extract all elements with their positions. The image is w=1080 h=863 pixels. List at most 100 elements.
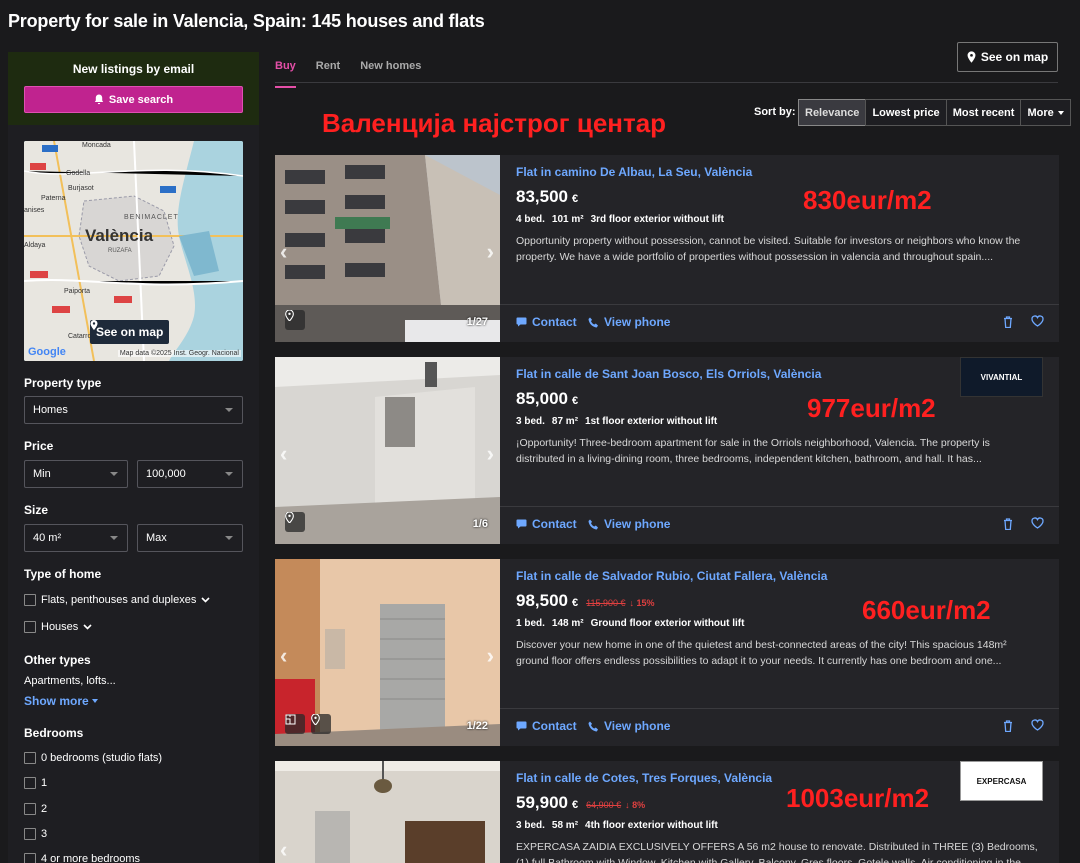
checkbox-box[interactable]: [24, 752, 36, 764]
sort-relevance-button[interactable]: Relevance: [798, 99, 867, 126]
price-label: Price: [24, 439, 54, 453]
checkbox-box[interactable]: [24, 777, 36, 789]
listing-bedrooms: 1 bed.: [516, 618, 545, 629]
listing-price-row: 83,500 €: [516, 187, 1041, 207]
listing-photo[interactable]: ‹ › 1/6: [275, 357, 500, 544]
favorite-heart-icon[interactable]: [1031, 517, 1044, 529]
sort-lowest-price-button[interactable]: Lowest price: [865, 99, 947, 126]
price-per-m2-annotation: 1003eur/m2: [786, 783, 930, 813]
view-phone-button[interactable]: View phone: [588, 719, 670, 733]
discard-icon[interactable]: [1003, 316, 1013, 328]
listing-card[interactable]: ‹ › 1/6 Flat in calle de Sant Joan Bosco…: [275, 357, 1059, 544]
checkbox-bedrooms-1[interactable]: 1: [24, 777, 47, 789]
map-see-on-map-button[interactable]: See on map: [90, 320, 170, 344]
listing-photo-image: [275, 559, 500, 746]
next-photo-arrow[interactable]: ›: [487, 643, 494, 669]
property-type-value: Homes: [33, 404, 68, 416]
tab-new-homes[interactable]: New homes: [360, 60, 421, 88]
location-pin-icon[interactable]: [285, 512, 305, 532]
contact-button[interactable]: Contact: [516, 315, 577, 329]
discard-icon[interactable]: [1003, 720, 1013, 732]
listing-photo[interactable]: ‹ › 1/27: [275, 155, 500, 342]
checkbox-box[interactable]: [24, 803, 36, 815]
checkbox-box[interactable]: [24, 594, 36, 606]
listing-description: EXPERCASA ZAIDIA EXCLUSIVELY OFFERS A 56…: [516, 841, 1038, 863]
checkbox-houses[interactable]: Houses: [24, 621, 92, 633]
save-search-button[interactable]: Save search: [24, 86, 243, 113]
floor-plan-icon[interactable]: [285, 714, 305, 734]
checkbox-bedrooms-2-label: 2: [41, 803, 48, 815]
next-photo-arrow[interactable]: ›: [487, 441, 494, 467]
listing-details: 4 bed. 101 m² 3rd floor exterior without…: [516, 214, 1041, 225]
tabs-divider: [275, 82, 1058, 83]
previous-photo-arrow[interactable]: ‹: [280, 837, 287, 863]
chevron-down-icon: [110, 472, 118, 476]
map-label-aldaya: Aldaya: [24, 242, 46, 249]
listing-title[interactable]: Flat in camino De Albau, La Seu, Valènci…: [516, 165, 1041, 179]
size-max-select[interactable]: Max: [137, 524, 243, 552]
checkbox-bedrooms-3[interactable]: 3: [24, 828, 47, 840]
favorite-heart-icon[interactable]: [1031, 719, 1044, 731]
chevron-down-icon: [110, 536, 118, 540]
listing-card[interactable]: ‹ Flat in calle de Cotes, Tres Forques, …: [275, 761, 1059, 863]
email-alert-title: New listings by email: [72, 62, 195, 76]
size-min-select[interactable]: 40 m²: [24, 524, 128, 552]
previous-photo-arrow[interactable]: ‹: [280, 643, 287, 669]
favorite-heart-icon[interactable]: [1031, 315, 1044, 327]
sort-more-button[interactable]: More: [1020, 99, 1071, 126]
price-drop-badge: ↓ 8%: [625, 800, 646, 810]
bell-icon: [94, 94, 104, 105]
listing-photo[interactable]: ‹: [275, 761, 500, 863]
agency-logo[interactable]: VIVANTIAL: [960, 357, 1043, 397]
agency-logo[interactable]: EXPERCASA: [960, 761, 1043, 801]
price-max-select[interactable]: 100,000: [137, 460, 243, 488]
email-alert-box: New listings by email Save search: [8, 52, 259, 125]
listing-photo[interactable]: ‹ › 1/22: [275, 559, 500, 746]
sort-most-recent-button[interactable]: Most recent: [945, 99, 1022, 126]
property-type-select[interactable]: Homes: [24, 396, 243, 424]
contact-button[interactable]: Contact: [516, 719, 577, 733]
sort-options: Relevance Lowest price Most recent More: [798, 99, 1071, 126]
previous-photo-arrow[interactable]: ‹: [280, 239, 287, 265]
chevron-down-icon: [201, 597, 210, 603]
discard-icon[interactable]: [1003, 518, 1013, 530]
see-on-map-button[interactable]: See on map: [957, 42, 1058, 72]
checkbox-box[interactable]: [24, 621, 36, 633]
map-thumbnail[interactable]: Moncada Godella Burjasot Paterna anises …: [24, 141, 243, 361]
location-pin-icon[interactable]: [285, 310, 305, 330]
listing-card[interactable]: ‹ › 1/22 Flat in calle de Salvador Rubio…: [275, 559, 1059, 746]
checkbox-bedrooms-2[interactable]: 2: [24, 803, 47, 815]
listing-description: Discover your new home in one of the qui…: [516, 639, 1007, 667]
map-label-benimaclet: BENIMACLET: [124, 214, 179, 221]
show-more-link[interactable]: Show more: [24, 694, 98, 708]
sort-more-label: More: [1027, 106, 1054, 119]
next-photo-arrow[interactable]: ›: [487, 239, 494, 265]
contact-button[interactable]: Contact: [516, 517, 577, 531]
tab-rent[interactable]: Rent: [316, 60, 340, 88]
listing-info: Flat in camino De Albau, La Seu, Valènci…: [516, 165, 1041, 265]
checkbox-bedrooms-0[interactable]: 0 bedrooms (studio flats): [24, 752, 162, 764]
listing-card[interactable]: ‹ › 1/27 Flat in camino De Albau, La Seu…: [275, 155, 1059, 342]
checkbox-flats[interactable]: Flats, penthouses and duplexes: [24, 594, 210, 606]
listing-old-price: 64,900 €: [586, 800, 622, 810]
agency-logo-text: VIVANTIAL: [980, 372, 1023, 382]
chevron-down-icon: [225, 472, 233, 476]
listing-floor: Ground floor exterior without lift: [590, 618, 745, 629]
agency-logo-text: EXPERCASA: [976, 776, 1027, 786]
photo-counter: 1/22: [466, 720, 488, 732]
checkbox-box[interactable]: [24, 828, 36, 840]
view-phone-button[interactable]: View phone: [588, 315, 670, 329]
view-phone-button[interactable]: View phone: [588, 517, 670, 531]
chat-icon: [516, 721, 527, 731]
checkbox-bedrooms-4[interactable]: 4 or more bedrooms: [24, 853, 140, 863]
previous-photo-arrow[interactable]: ‹: [280, 441, 287, 467]
price-max-value: 100,000: [146, 468, 186, 480]
tab-buy[interactable]: Buy: [275, 60, 296, 88]
photo-counter: 1/27: [466, 316, 488, 328]
view-phone-label: View phone: [604, 517, 671, 531]
location-pin-icon[interactable]: [311, 714, 331, 734]
listing-title[interactable]: Flat in calle de Salvador Rubio, Ciutat …: [516, 569, 1041, 583]
checkbox-box[interactable]: [24, 853, 36, 863]
price-min-select[interactable]: Min: [24, 460, 128, 488]
listing-bedrooms: 3 bed.: [516, 416, 545, 427]
